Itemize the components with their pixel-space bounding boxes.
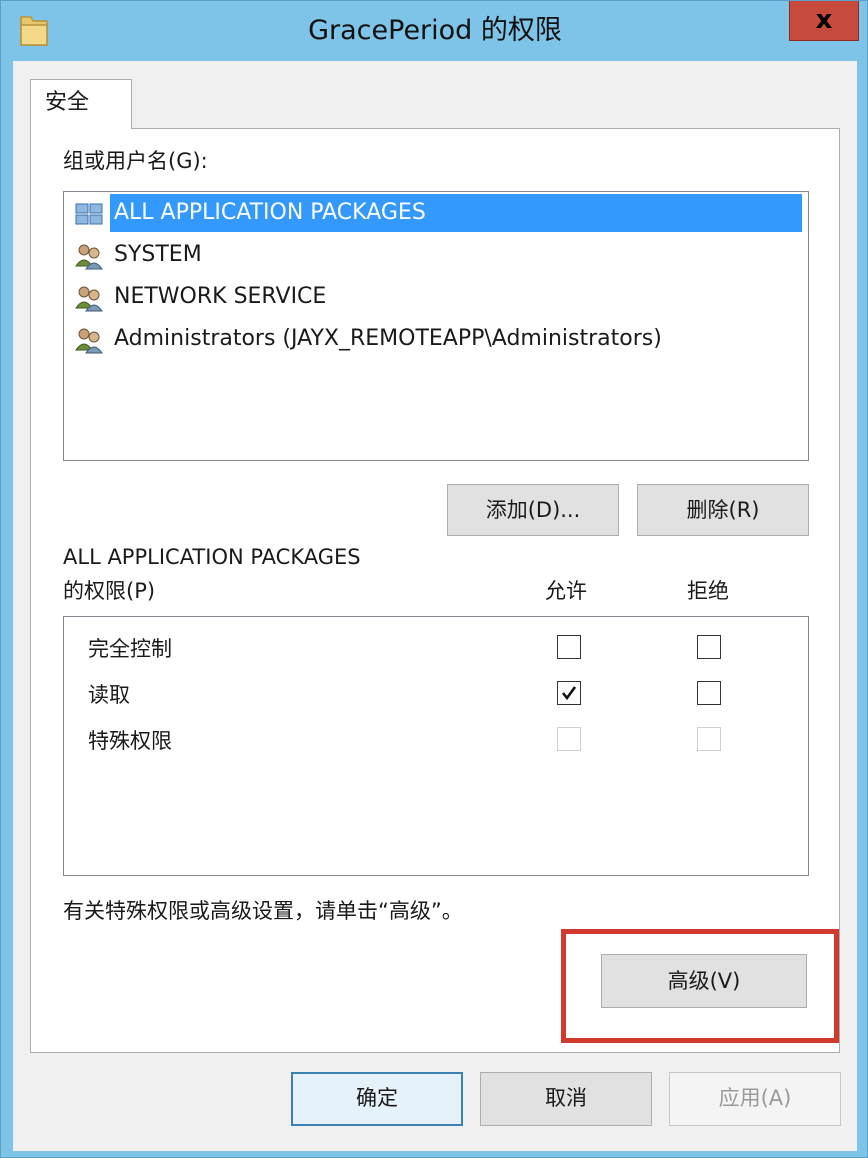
- security-tab-page: 组或用户名(G): ALL APPLICATION PACKAGES SYSTE…: [30, 128, 840, 1053]
- cancel-button[interactable]: 取消: [480, 1072, 652, 1126]
- list-item[interactable]: SYSTEM: [72, 236, 802, 274]
- window-title: GracePeriod 的权限: [308, 15, 562, 46]
- groups-label: 组或用户名(G):: [63, 149, 208, 173]
- deny-column-header: 拒绝: [687, 579, 729, 603]
- advanced-hint: 有关特殊权限或高级设置，请单击“高级”。: [63, 899, 463, 923]
- permission-name: 读取: [88, 683, 130, 707]
- permission-name: 完全控制: [88, 637, 172, 661]
- allow-checkbox[interactable]: [557, 681, 581, 705]
- list-item[interactable]: Administrators (JAYX_REMOTEAPP\Administr…: [72, 320, 802, 358]
- ok-button[interactable]: 确定: [291, 1072, 463, 1126]
- permissions-list: 完全控制 读取 特殊权限: [63, 616, 809, 876]
- folder-icon: [19, 13, 49, 47]
- remove-button[interactable]: 删除(R): [637, 484, 809, 536]
- deny-checkbox[interactable]: [697, 635, 721, 659]
- permission-row-read: 读取: [64, 675, 808, 715]
- allow-checkbox: [557, 727, 581, 751]
- highlight-box: [561, 929, 839, 1043]
- dialog-client: 安全 组或用户名(G): ALL APPLICATION PACKAGES SY…: [13, 61, 857, 1151]
- apply-button: 应用(A): [669, 1072, 841, 1126]
- packages-icon: [74, 200, 104, 228]
- users-icon: [74, 326, 104, 354]
- list-item-label: SYSTEM: [114, 242, 202, 267]
- list-item[interactable]: ALL APPLICATION PACKAGES: [72, 194, 802, 232]
- list-item-label: ALL APPLICATION PACKAGES: [110, 194, 802, 232]
- permission-row-full-control: 完全控制: [64, 629, 808, 669]
- users-icon: [74, 284, 104, 312]
- checkmark-icon: [561, 686, 577, 701]
- permissions-label: ALL APPLICATION PACKAGES: [63, 545, 361, 569]
- list-item-label: Administrators (JAYX_REMOTEAPP\Administr…: [114, 326, 662, 351]
- users-icon: [74, 242, 104, 270]
- allow-column-header: 允许: [545, 579, 587, 603]
- permissions-label-suffix: 的权限(P): [63, 579, 156, 603]
- permissions-dialog: GracePeriod 的权限 x 安全 组或用户名(G): ALL APPLI…: [0, 0, 868, 1158]
- permission-name: 特殊权限: [88, 729, 172, 753]
- title-bar[interactable]: GracePeriod 的权限 x: [1, 1, 868, 61]
- list-item[interactable]: NETWORK SERVICE: [72, 278, 802, 316]
- tab-security[interactable]: 安全: [30, 79, 132, 129]
- allow-checkbox[interactable]: [557, 635, 581, 659]
- permission-row-special: 特殊权限: [64, 721, 808, 761]
- groups-listbox[interactable]: ALL APPLICATION PACKAGES SYSTEM NETWORK …: [63, 191, 809, 461]
- close-icon: x: [815, 5, 833, 35]
- close-button[interactable]: x: [789, 1, 859, 41]
- deny-checkbox[interactable]: [697, 681, 721, 705]
- add-button[interactable]: 添加(D)...: [447, 484, 619, 536]
- deny-checkbox: [697, 727, 721, 751]
- list-item-label: NETWORK SERVICE: [114, 284, 327, 309]
